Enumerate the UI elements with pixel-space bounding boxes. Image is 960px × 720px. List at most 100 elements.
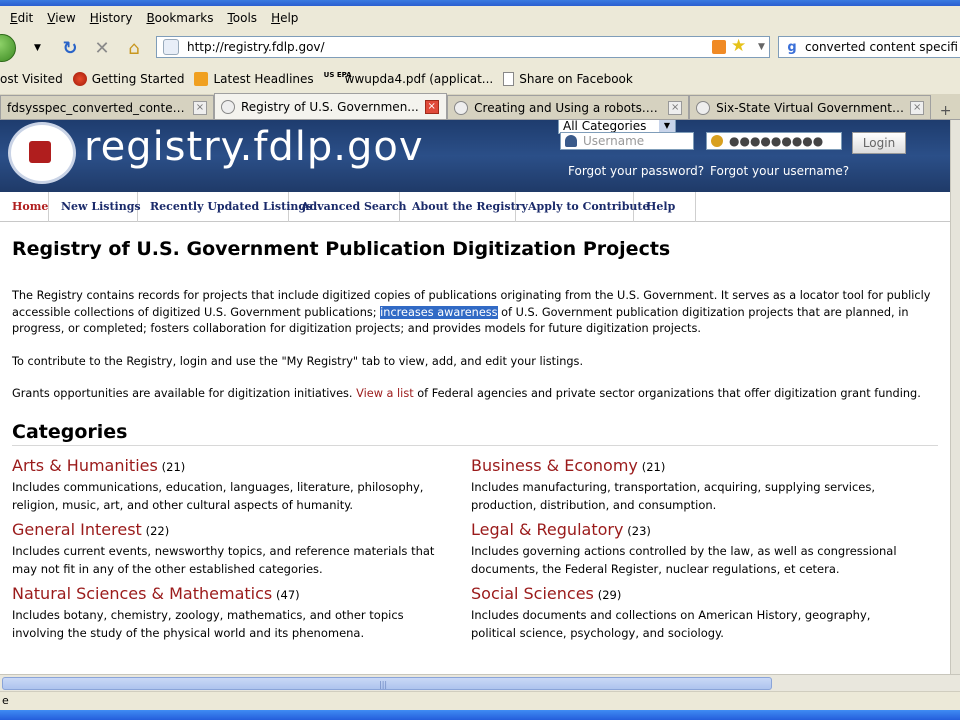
search-input[interactable]: converted content specifi bbox=[805, 40, 958, 54]
key-icon bbox=[711, 135, 723, 147]
history-dropdown-icon[interactable]: ▼ bbox=[34, 43, 41, 53]
category-description: Includes manufacturing, transportation, … bbox=[471, 479, 876, 512]
tab-strip: fdsysspec_converted_content3.... × Regis… bbox=[0, 93, 960, 120]
category-link[interactable]: General Interest bbox=[12, 520, 142, 539]
category-link[interactable]: Business & Economy bbox=[471, 456, 638, 475]
nav-recently-updated[interactable]: Recently Updated Listings bbox=[138, 192, 312, 222]
vertical-scrollbar[interactable] bbox=[950, 120, 960, 674]
bookmarks-toolbar: ost Visited Getting Started Latest Headl… bbox=[0, 68, 960, 90]
forgot-password-link[interactable]: Forgot your password? bbox=[568, 164, 704, 178]
bookmark-star-icon[interactable]: ★ bbox=[731, 36, 746, 56]
password-field[interactable]: ●●●●●●●●● bbox=[706, 132, 842, 150]
fdlp-eagle-logo-icon[interactable] bbox=[8, 122, 76, 184]
main-nav: Home New Listings Recently Updated Listi… bbox=[0, 192, 950, 222]
new-tab-icon[interactable]: + bbox=[931, 103, 960, 119]
firefox-icon bbox=[72, 72, 87, 86]
status-bar: e bbox=[0, 691, 960, 710]
six-state-favicon-icon bbox=[696, 100, 711, 115]
stop-icon[interactable]: ✕ bbox=[88, 34, 116, 62]
selected-text: increases awareness bbox=[380, 305, 498, 319]
grants-paragraph: Grants opportunities are available for d… bbox=[12, 387, 921, 400]
page-icon bbox=[503, 72, 515, 86]
taskbar bbox=[0, 710, 960, 720]
tab-close-icon[interactable]: × bbox=[193, 100, 207, 115]
scrollbar-thumb[interactable]: ||| bbox=[2, 677, 772, 690]
grip-icon: ||| bbox=[379, 680, 388, 689]
bookmark-wwupda4[interactable]: US EPA wwupda4.pdf (applicat... bbox=[323, 71, 494, 87]
nav-new-listings[interactable]: New Listings bbox=[49, 192, 141, 222]
rss-icon bbox=[194, 72, 209, 86]
search-box[interactable]: g converted content specifi bbox=[778, 36, 960, 58]
tab-close-icon[interactable]: × bbox=[424, 99, 439, 114]
category-link[interactable]: Social Sciences bbox=[471, 584, 594, 603]
view-list-link[interactable]: View a list bbox=[356, 387, 414, 400]
home-icon[interactable]: ⌂ bbox=[120, 34, 148, 62]
category-link[interactable]: Natural Sciences & Mathematics bbox=[12, 584, 272, 603]
main-content: Registry of U.S. Government Publication … bbox=[12, 238, 938, 648]
rss-feed-icon[interactable] bbox=[712, 40, 726, 54]
url-bar[interactable]: http://registry.fdlp.gov/ bbox=[156, 36, 770, 58]
forgot-username-link[interactable]: Forgot your username? bbox=[710, 164, 849, 178]
category-item: Business & Economy (21) Includes manufac… bbox=[471, 456, 930, 514]
bookmark-latest-headlines[interactable]: Latest Headlines bbox=[194, 72, 314, 86]
category-count: (21) bbox=[161, 459, 186, 474]
menu-view[interactable]: View bbox=[47, 11, 75, 25]
site-logo-text[interactable]: registry.fdlp.gov bbox=[84, 124, 424, 170]
menu-edit[interactable]: Edit bbox=[10, 11, 33, 25]
menu-bar: Edit View History Bookmarks Tools Help bbox=[0, 6, 960, 30]
category-description: Includes communications, education, lang… bbox=[12, 479, 424, 512]
bookmark-getting-started[interactable]: Getting Started bbox=[72, 72, 184, 86]
category-count: (22) bbox=[145, 523, 170, 538]
intro-paragraph: The Registry contains records for projec… bbox=[12, 289, 931, 335]
login-button[interactable]: Login bbox=[852, 132, 906, 154]
nav-apply[interactable]: Apply to Contribute bbox=[516, 192, 649, 222]
epa-icon: US EPA bbox=[323, 71, 352, 79]
horizontal-scrollbar[interactable]: ||| bbox=[0, 674, 960, 691]
menu-help[interactable]: Help bbox=[271, 11, 298, 25]
category-description: Includes governing actions controlled by… bbox=[471, 543, 897, 576]
user-icon bbox=[565, 135, 577, 147]
category-item: General Interest (22) Includes current e… bbox=[12, 520, 471, 578]
tab-close-icon[interactable]: × bbox=[910, 100, 925, 115]
bookmark-share-facebook[interactable]: Share on Facebook bbox=[503, 72, 633, 86]
tab-close-icon[interactable]: × bbox=[668, 100, 683, 115]
category-description: Includes documents and collections on Am… bbox=[471, 607, 871, 640]
contribute-paragraph: To contribute to the Registry, login and… bbox=[12, 354, 584, 368]
site-header: registry.fdlp.gov All Categories ▼ Usern… bbox=[0, 120, 950, 192]
nav-help[interactable]: Help bbox=[634, 192, 696, 222]
tab-fdsysspec[interactable]: fdsysspec_converted_content3.... × bbox=[0, 95, 214, 119]
robots-favicon-icon bbox=[454, 100, 469, 115]
category-description: Includes botany, chemistry, zoology, mat… bbox=[12, 607, 404, 640]
username-field[interactable]: Username bbox=[560, 132, 694, 150]
nav-about[interactable]: About the Registry bbox=[400, 192, 528, 222]
category-count: (23) bbox=[627, 523, 651, 538]
categories-heading: Categories bbox=[12, 421, 938, 446]
registry-favicon-icon bbox=[221, 99, 235, 114]
category-item: Arts & Humanities (21) Includes communic… bbox=[12, 456, 471, 514]
category-item: Legal & Regulatory (23) Includes governi… bbox=[471, 520, 930, 578]
page-viewport: registry.fdlp.gov All Categories ▼ Usern… bbox=[0, 120, 950, 674]
site-identity-icon[interactable] bbox=[163, 39, 179, 55]
category-count: (29) bbox=[597, 587, 622, 602]
reload-icon[interactable]: ↻ bbox=[56, 34, 84, 62]
menu-history[interactable]: History bbox=[90, 11, 133, 25]
nav-advanced-search[interactable]: Advanced Search bbox=[289, 192, 407, 222]
menu-bookmarks[interactable]: Bookmarks bbox=[146, 11, 213, 25]
category-count: (47) bbox=[276, 587, 300, 602]
url-dropdown-icon[interactable]: ▼ bbox=[758, 42, 765, 52]
category-link[interactable]: Arts & Humanities bbox=[12, 456, 158, 475]
category-link[interactable]: Legal & Regulatory bbox=[471, 520, 623, 539]
back-button[interactable] bbox=[0, 34, 16, 62]
tab-robots[interactable]: Creating and Using a robots.txt... × bbox=[447, 95, 690, 119]
page-title: Registry of U.S. Government Publication … bbox=[12, 238, 671, 260]
tab-six-state[interactable]: Six-State Virtual Government I... × bbox=[689, 95, 932, 119]
tab-registry[interactable]: Registry of U.S. Governmen... × bbox=[214, 93, 448, 119]
bookmark-most-visited[interactable]: ost Visited bbox=[0, 72, 63, 86]
nav-home[interactable]: Home bbox=[0, 192, 49, 222]
menu-tools[interactable]: Tools bbox=[227, 11, 257, 25]
category-item: Social Sciences (29) Includes documents … bbox=[471, 584, 930, 642]
url-text: http://registry.fdlp.gov/ bbox=[187, 40, 325, 54]
google-search-icon[interactable]: g bbox=[779, 40, 805, 55]
category-description: Includes current events, newsworthy topi… bbox=[12, 543, 435, 576]
category-count: (21) bbox=[641, 459, 666, 474]
